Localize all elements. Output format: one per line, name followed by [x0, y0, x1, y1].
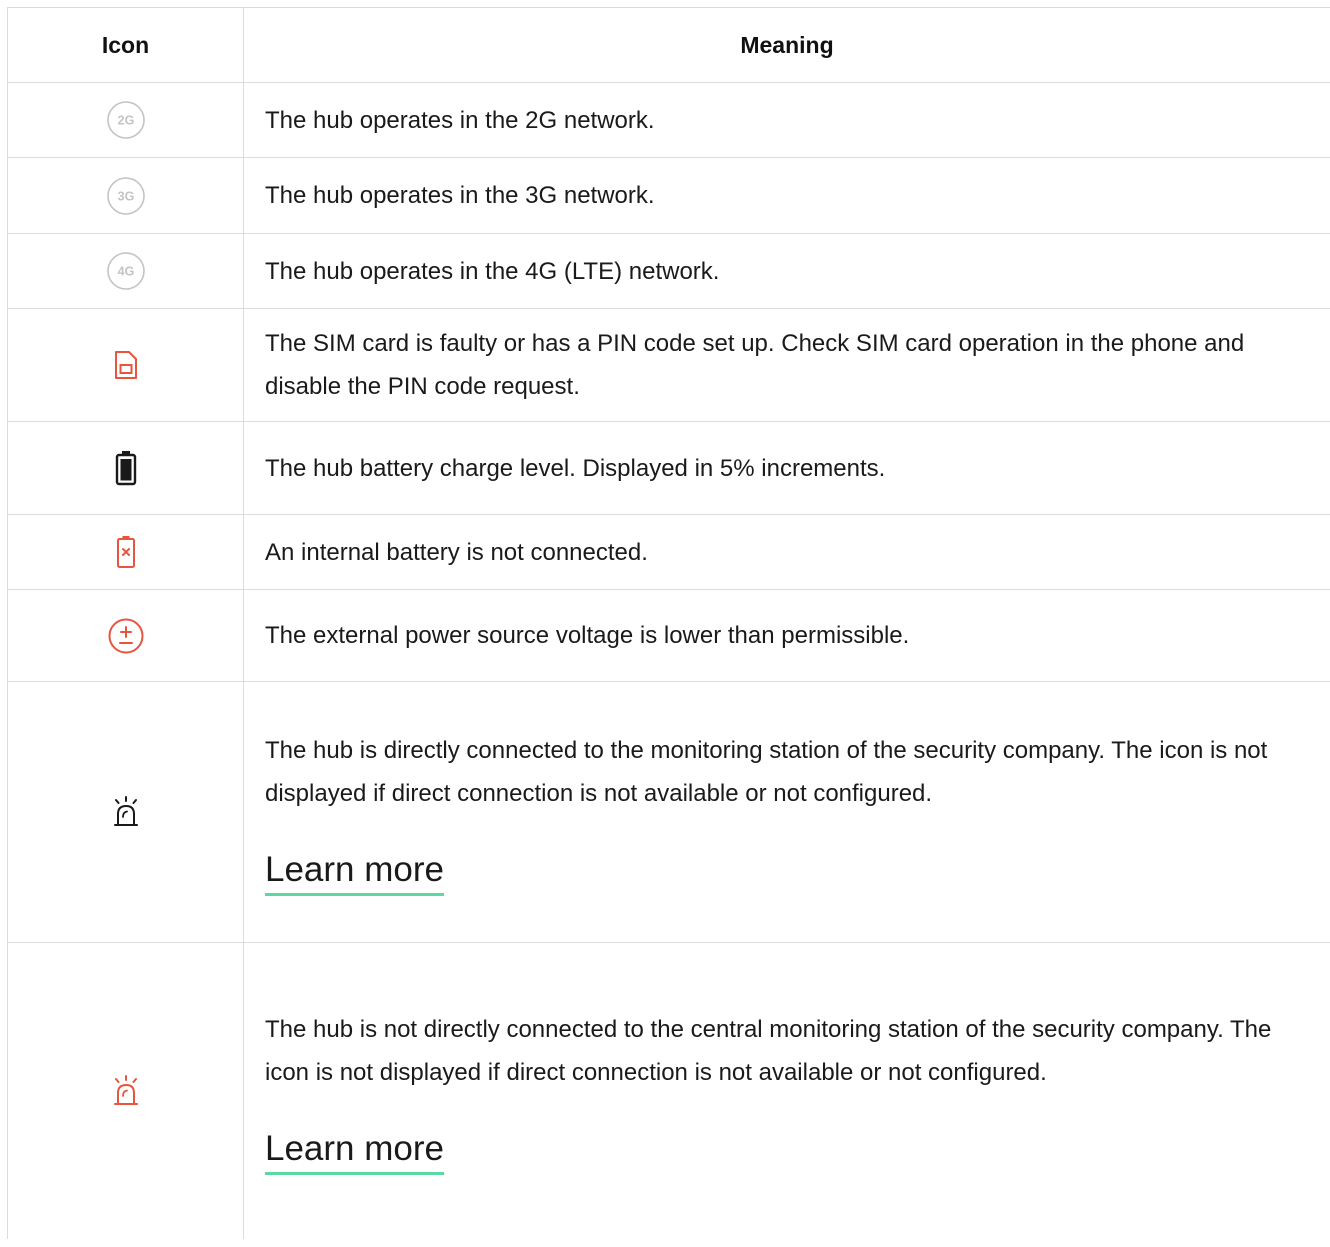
3g-icon-label: 3G [117, 189, 134, 203]
siren-disconnected-icon [109, 1074, 143, 1108]
table-row: The external power source voltage is low… [7, 589, 1330, 682]
meaning-cell: The hub operates in the 3G network. [243, 157, 1330, 234]
learn-more-link[interactable]: Learn more [265, 849, 444, 896]
battery-level-icon [115, 450, 137, 486]
header-icon: Icon [7, 7, 244, 83]
meaning-cell: The hub operates in the 2G network. [243, 82, 1330, 158]
meaning-cell: An internal battery is not connected. [243, 514, 1330, 590]
meaning-cell: The external power source voltage is low… [243, 589, 1330, 682]
table-row: The hub is directly connected to the mon… [7, 681, 1330, 943]
siren-connected-icon [109, 795, 143, 829]
2g-network-icon: 2G [106, 100, 146, 140]
table-header-row: Icon Meaning [7, 7, 1330, 83]
table-row: 2G The hub operates in the 2G network. [7, 82, 1330, 158]
power-voltage-low-icon [107, 617, 145, 655]
meaning-cell: The hub is directly connected to the mon… [265, 736, 1268, 807]
4g-network-icon: 4G [106, 251, 146, 291]
table-row: The SIM card is faulty or has a PIN code… [7, 308, 1330, 422]
table-row: An internal battery is not connected. [7, 514, 1330, 590]
table-row: 3G The hub operates in the 3G network. [7, 157, 1330, 234]
header-meaning: Meaning [243, 7, 1330, 83]
meaning-cell: The hub battery charge level. Displayed … [243, 421, 1330, 515]
icon-meaning-table: Icon Meaning 2G The hub operates in the … [7, 7, 1330, 1239]
meaning-cell: The hub is not directly connected to the… [265, 1015, 1272, 1086]
table-row: The hub battery charge level. Displayed … [7, 421, 1330, 515]
4g-icon-label: 4G [117, 265, 134, 279]
table-row: 4G The hub operates in the 4G (LTE) netw… [7, 233, 1330, 309]
battery-disconnected-icon [116, 535, 136, 569]
learn-more-link[interactable]: Learn more [265, 1128, 444, 1175]
sim-card-fault-icon [114, 350, 138, 380]
3g-network-icon: 3G [106, 176, 146, 216]
2g-icon-label: 2G [117, 114, 134, 128]
table-row: The hub is not directly connected to the… [7, 942, 1330, 1239]
meaning-cell: The SIM card is faulty or has a PIN code… [243, 308, 1330, 422]
meaning-cell: The hub operates in the 4G (LTE) network… [243, 233, 1330, 309]
